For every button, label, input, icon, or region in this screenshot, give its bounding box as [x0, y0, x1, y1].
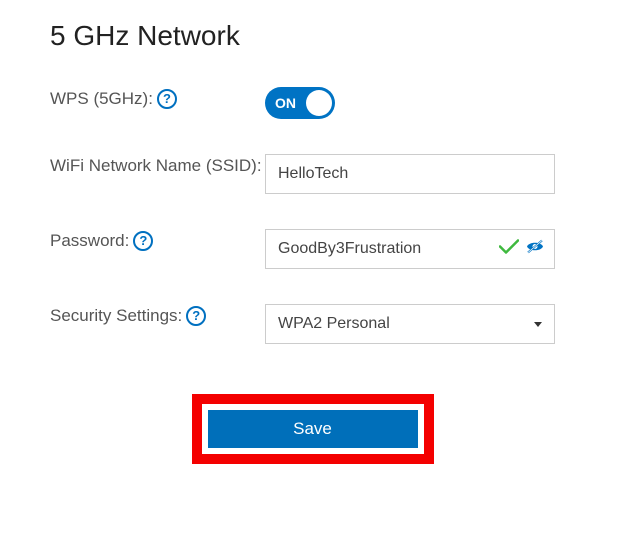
security-value: WPA2 Personal — [278, 315, 390, 333]
ssid-row: WiFi Network Name (SSID): — [50, 154, 575, 194]
save-highlight: Save — [192, 394, 434, 464]
help-icon[interactable]: ? — [186, 306, 206, 326]
password-label-cell: Password: ? — [50, 229, 265, 253]
ssid-label: WiFi Network Name (SSID): — [50, 154, 262, 178]
ssid-label-cell: WiFi Network Name (SSID): — [50, 154, 265, 178]
wps-label-cell: WPS (5GHz): ? — [50, 87, 265, 111]
security-label: Security Settings: — [50, 304, 182, 328]
wps-row: WPS (5GHz): ? ON — [50, 87, 575, 119]
help-icon[interactable]: ? — [157, 89, 177, 109]
help-icon[interactable]: ? — [133, 231, 153, 251]
page-title: 5 GHz Network — [50, 20, 575, 52]
save-button[interactable]: Save — [208, 410, 418, 448]
wps-toggle-label: ON — [275, 95, 296, 111]
password-label: Password: — [50, 229, 129, 253]
toggle-knob — [306, 90, 332, 116]
wps-label: WPS (5GHz): — [50, 87, 153, 111]
password-row: Password: ? — [50, 229, 575, 269]
security-select[interactable]: WPA2 Personal — [265, 304, 555, 344]
security-row: Security Settings: ? WPA2 Personal — [50, 304, 575, 344]
chevron-down-icon — [534, 322, 542, 327]
eye-hidden-icon[interactable] — [525, 239, 545, 260]
ssid-input[interactable] — [265, 154, 555, 194]
wps-toggle[interactable]: ON — [265, 87, 335, 119]
check-icon — [499, 239, 519, 260]
security-label-cell: Security Settings: ? — [50, 304, 265, 328]
